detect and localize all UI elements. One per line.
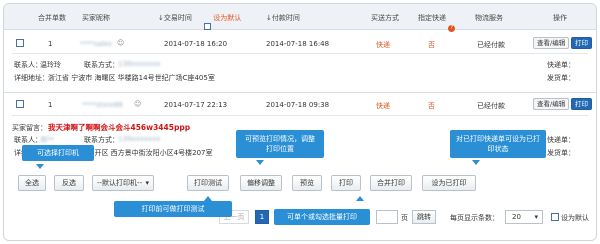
pay-time: 2014-07-18 16:48 — [266, 40, 330, 48]
merge-count: 1 — [48, 40, 53, 48]
print-all-button[interactable]: 打印 — [331, 175, 361, 191]
header-shipping-method: 买送方式 — [371, 14, 399, 22]
buyer-message: 我天津啊了啊啊会斗会斗456w3445ppp — [48, 123, 191, 132]
phone-label: 联系方式： — [84, 136, 119, 144]
merge-count: 1 — [48, 101, 53, 109]
header-buyer-nick: 买家昵称 — [82, 14, 110, 22]
trade-time: 2014-07-18 16:20 — [164, 40, 228, 48]
invert-selection-button[interactable]: 反选 — [54, 175, 84, 191]
shipping-method: 快递 — [376, 41, 390, 49]
shipping-method: 快递 — [376, 102, 390, 110]
page-number-current[interactable]: 1 — [255, 210, 269, 224]
per-page-select[interactable]: 20 ▾ — [505, 210, 543, 224]
order-print-panel: 合并单数 买家昵称 ↓交易时间 设为默认 ↓付款时间 买送方式 指定快递 ? 物… — [3, 3, 597, 241]
logistics-status: 已经付款 — [477, 102, 505, 110]
wangwang-icon[interactable]: ☺ — [134, 100, 141, 108]
offset-adjust-button[interactable]: 偏移调整 — [240, 175, 282, 191]
print-button[interactable]: 打印 — [571, 98, 592, 110]
divider — [12, 115, 588, 116]
trade-time: 2014-07-17 22:13 — [164, 101, 228, 109]
page-unit-label: 页 — [401, 214, 408, 222]
header-pay-time[interactable]: ↓付款时间 — [266, 13, 300, 23]
logistics-status: 已经付款 — [477, 41, 505, 49]
print-button[interactable]: 打印 — [571, 37, 592, 49]
express-slip-label: 快递单： — [547, 61, 575, 69]
preview-button[interactable]: 预览 — [292, 175, 322, 191]
chevron-down-icon: ▾ — [534, 213, 538, 221]
wangwang-icon[interactable]: ☺ — [117, 39, 124, 47]
printer-select[interactable]: --默认打印机-- ▾ — [92, 175, 154, 191]
page-jump-input[interactable] — [376, 210, 398, 224]
phone-label: 联系方式： — [84, 61, 119, 69]
per-page-default-checkbox[interactable] — [551, 213, 559, 221]
set-printed-button[interactable]: 设为已打印 — [422, 175, 476, 191]
divider — [12, 53, 588, 54]
contact-label: 联系人： — [14, 136, 42, 144]
chevron-down-icon: ▾ — [145, 179, 149, 187]
select-all-button[interactable]: 全选 — [18, 175, 46, 191]
express-slip-label: 快递单： — [547, 136, 575, 144]
header-operation: 操作 — [553, 14, 567, 22]
header-designated-express: 指定快递 ? — [418, 13, 456, 32]
tip-arrow — [36, 164, 44, 169]
contact-label: 联系人： — [14, 61, 42, 69]
view-edit-button[interactable]: 查看/编辑 — [533, 37, 570, 49]
buyer-nick[interactable]: ****store88 — [82, 101, 123, 109]
table-header: 合并单数 买家昵称 ↓交易时间 设为默认 ↓付款时间 买送方式 指定快递 ? 物… — [4, 4, 596, 32]
buyer-message-label: 买家留言： — [12, 124, 47, 132]
tip-arrow — [356, 196, 364, 201]
tip-arrow — [256, 160, 264, 165]
view-edit-button[interactable]: 查看/编辑 — [533, 98, 570, 110]
row-checkbox[interactable] — [16, 100, 24, 108]
address-label: 详细地址： — [14, 74, 49, 82]
per-page-value: 20 — [512, 213, 521, 221]
contact-name: 温玲玲 — [40, 61, 61, 69]
row-checkbox[interactable] — [16, 39, 24, 47]
header-trade-time[interactable]: ↓交易时间 — [158, 13, 192, 23]
checkbox-icon — [204, 23, 211, 30]
contact-name: 郑** — [40, 136, 54, 144]
header-set-default-checkbox[interactable]: 设为默认 — [204, 13, 241, 30]
per-page-label: 每页显示条数： — [450, 214, 499, 222]
designated-express: 否 — [428, 102, 435, 110]
tip-batch-print: 可单个或勾选批量打印 — [274, 209, 370, 225]
phone: 139xxxxxxx — [118, 135, 161, 143]
header-logistics-service: 物流服务 — [475, 14, 503, 22]
tip-preview: 可预览打印情况，调整打印位置 — [236, 130, 324, 158]
merge-print-button[interactable]: 合并打印 — [370, 175, 412, 191]
buyer-nick[interactable]: ****sales — [80, 40, 112, 48]
designated-express: 否 — [428, 41, 435, 49]
delivery-slip-label: 发货单： — [547, 149, 575, 157]
delivery-slip-label: 发货单： — [547, 74, 575, 82]
tip-arrow — [472, 160, 480, 165]
pay-time: 2014-07-18 09:38 — [266, 101, 330, 109]
printer-select-value: --默认打印机-- — [97, 179, 143, 187]
tip-print-test: 打印前可做打印测试 — [114, 201, 232, 217]
address: 浙江省 宁波市 海曙区 华楼路14号世纪广场C座405室 — [48, 74, 215, 82]
jump-button[interactable]: 跳转 — [412, 210, 436, 224]
header-merge-count: 合并单数 — [38, 14, 66, 22]
print-test-button[interactable]: 打印测试 — [187, 175, 229, 191]
per-page-default-label: 设为默认 — [561, 214, 589, 222]
phone: 138xxxxxxx — [118, 60, 161, 68]
tip-select-printer: 可选择打印机 — [22, 145, 94, 161]
table-row: 1 ****sales ☺ 2014-07-18 16:20 2014-07-1… — [4, 31, 596, 91]
tip-set-printed: 对已打印快递单可设为已打印状态 — [450, 130, 546, 158]
